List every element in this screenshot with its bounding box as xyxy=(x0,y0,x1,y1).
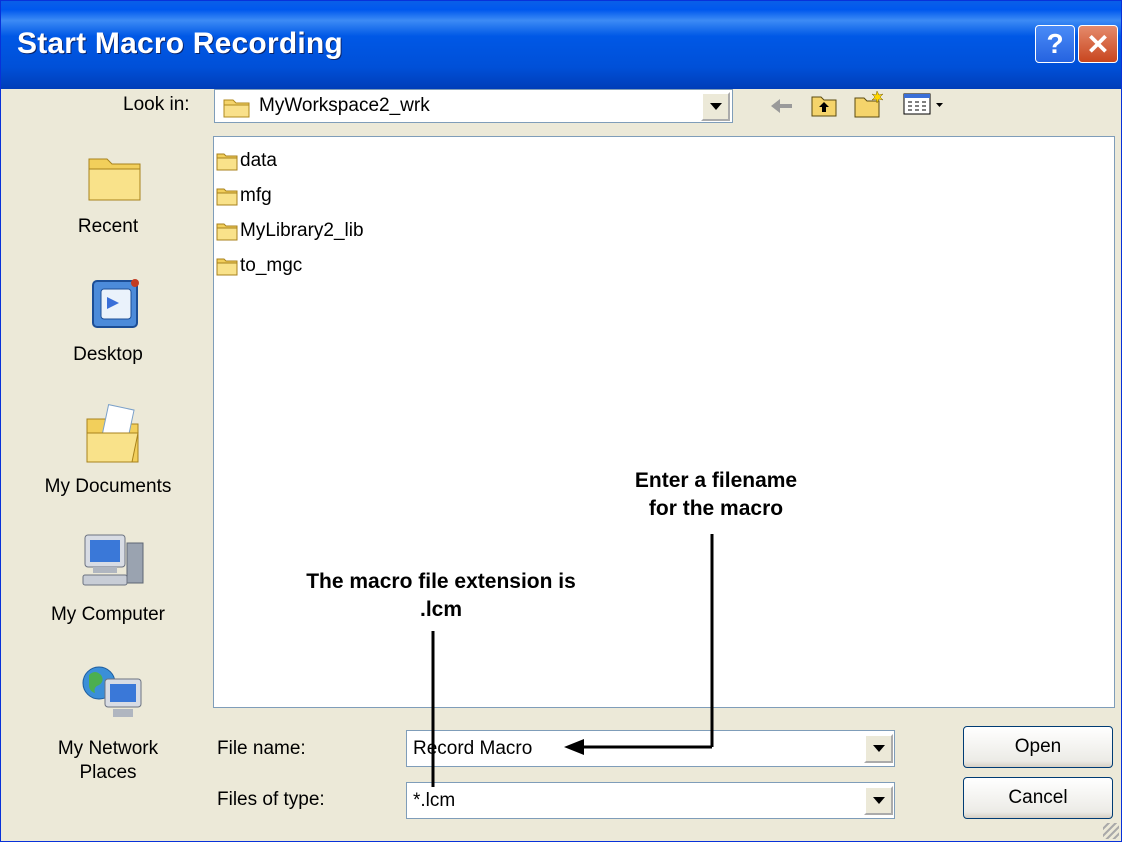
resize-grip[interactable] xyxy=(1103,823,1119,839)
dialog-window: Start Macro Recording ? ✕ Look in: MyWor… xyxy=(0,0,1122,842)
annotation-arrows xyxy=(431,534,714,787)
filename-arrow xyxy=(564,534,714,755)
